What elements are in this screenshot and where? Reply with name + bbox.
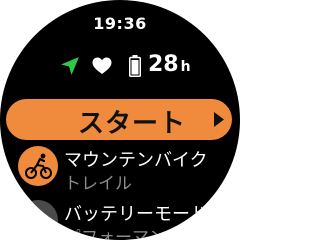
battery-unit: h: [180, 59, 191, 75]
clock-time: 19:36: [93, 14, 147, 33]
heart-icon: [92, 57, 112, 74]
battery-mode-icon: [18, 200, 58, 240]
battery-hours: 28: [148, 52, 179, 77]
activity-subtitle: トレイル: [64, 174, 132, 194]
list-item-battery-mode[interactable]: バッテリーモード パフォーマンス: [0, 198, 240, 240]
play-arrow-icon: [214, 112, 224, 127]
mountain-bike-icon: [18, 146, 58, 186]
watch-screen: 19:36 28 h スタート マウンテンバイク トレイル バッテリーモード パ…: [0, 0, 240, 240]
list-item-activity[interactable]: マウンテンバイク トレイル: [0, 144, 240, 194]
start-button[interactable]: スタート: [6, 99, 232, 140]
status-row: 28 h: [60, 52, 191, 78]
battery-mode-subtitle: パフォーマンス: [64, 228, 183, 240]
battery-icon: [129, 55, 141, 77]
start-label: スタート: [78, 109, 187, 139]
battery-remaining: 28 h: [148, 52, 191, 77]
gps-arrow-icon: [61, 57, 79, 75]
